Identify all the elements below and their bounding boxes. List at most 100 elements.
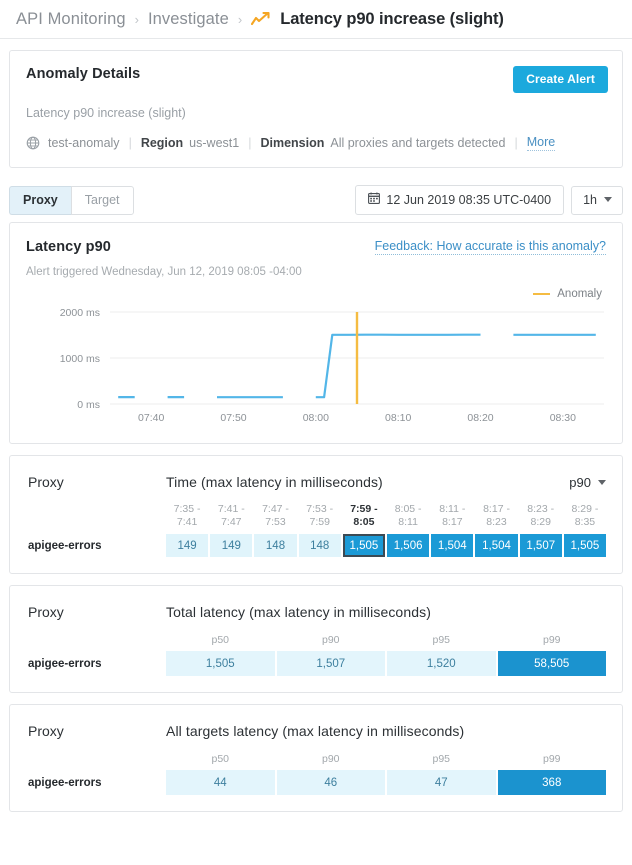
time-column-header[interactable]: 8:29 -8:35 [564, 503, 606, 529]
time-column-header-start: 8:05 - [394, 503, 422, 515]
time-column-header[interactable]: 7:59 -8:05 [343, 503, 385, 529]
heatmap-cell[interactable]: 1,505 [342, 534, 386, 557]
time-column-header[interactable]: 8:17 -8:23 [475, 503, 517, 529]
heatmap-cell[interactable]: 1,505 [563, 534, 607, 557]
percentile-column-header: p50 [211, 634, 230, 646]
percentile-cell[interactable]: 44 [166, 770, 275, 795]
breadcrumb-separator: › [237, 11, 243, 27]
tab-target[interactable]: Target [70, 185, 134, 215]
chart-subtitle: Alert triggered Wednesday, Jun 12, 2019 … [26, 266, 302, 278]
time-table-header: Proxy Time (max latency in milliseconds)… [10, 456, 622, 490]
time-column-header-start: 7:41 - [217, 503, 245, 515]
percentile-column-header: p99 [542, 753, 561, 765]
heatmap-cell[interactable]: 149 [210, 534, 253, 557]
time-column-header[interactable]: 7:35 -7:41 [166, 503, 208, 529]
percentile-column-header: p90 [321, 634, 340, 646]
heatmap-cell[interactable]: 148 [298, 534, 341, 557]
heatmap-cell[interactable]: 149 [166, 534, 209, 557]
targets-latency-cells: 44 46 47 368 [166, 770, 606, 795]
more-link[interactable]: More [526, 135, 556, 151]
chart-y-tick-label: 2000 ms [60, 307, 100, 319]
percentile-column-header: p90 [321, 753, 340, 765]
percentile-cell[interactable]: 1,505 [166, 651, 275, 676]
time-range-value: 1h [583, 192, 597, 207]
feedback-link[interactable]: Feedback: How accurate is this anomaly? [374, 239, 606, 255]
time-column-header-end: 8:05 [353, 516, 375, 528]
meta-separator: | [128, 136, 132, 150]
percentile-cell[interactable]: 58,505 [497, 651, 606, 676]
percentile-cell[interactable]: 46 [276, 770, 385, 795]
total-latency-header: Proxy Total latency (max latency in mill… [10, 586, 622, 620]
heatmap-cell[interactable]: 1,507 [519, 534, 562, 557]
time-table-proxy-label: Proxy [28, 474, 64, 490]
toolbar: Proxy Target 12 Jun 2019 08:35 UTC-0400 [0, 179, 632, 222]
time-column-header[interactable]: 7:53 -7:59 [299, 503, 341, 529]
percentile-select[interactable]: p90 [569, 475, 606, 490]
chart-x-tick-label: 08:20 [467, 412, 493, 424]
header-divider [0, 38, 632, 39]
dimension-value: All proxies and targets detected [330, 136, 506, 150]
percentile-column-header: p95 [432, 753, 451, 765]
total-latency-card: Proxy Total latency (max latency in mill… [9, 585, 623, 693]
dimension-label: Dimension [260, 136, 325, 150]
targets-latency-card: Proxy All targets latency (max latency i… [9, 704, 623, 812]
heatmap-cell[interactable]: 1,504 [475, 534, 518, 557]
row-label-spacer [28, 503, 166, 529]
time-column-header[interactable]: 8:23 -8:29 [520, 503, 562, 529]
time-column-header-start: 7:53 - [306, 503, 334, 515]
time-column-header-end: 8:11 [398, 516, 418, 528]
time-column-header-end: 7:41 [176, 516, 198, 528]
toolbar-right: 12 Jun 2019 08:35 UTC-0400 1h [355, 185, 623, 215]
chart-plot-area[interactable]: 0 ms 1000 ms 2000 ms 07:40 07:50 08:00 08:10 08… [10, 300, 622, 443]
page-title: Latency p90 increase (slight) [280, 9, 504, 28]
chart-line-segment [315, 333, 481, 399]
chart-x-tick-label: 08:30 [550, 412, 576, 424]
total-latency-proxy-label: Proxy [28, 604, 64, 620]
time-heatmap-cells: 149 149 148 148 1,505 1,506 1,504 1,504 1,507 1,5… [166, 534, 607, 557]
row-label-proxy-name: apigee-errors [28, 776, 102, 789]
proxy-target-toggle: Proxy Target [9, 185, 134, 215]
date-picker[interactable]: 12 Jun 2019 08:35 UTC-0400 [355, 185, 565, 215]
targets-latency-proxy-label: Proxy [28, 723, 64, 739]
percentile-cell[interactable]: 1,507 [276, 651, 385, 676]
time-column-header[interactable]: 7:41 -7:47 [210, 503, 252, 529]
time-column-header[interactable]: 8:05 -8:11 [387, 503, 429, 529]
create-alert-button[interactable]: Create Alert [513, 66, 608, 93]
targets-latency-column-headers: p50 p90 p95 p99 [28, 753, 606, 765]
table-row: apigee-errors 149 149 148 148 1,505 1,506 1,50… [28, 534, 607, 557]
latency-chart-card: Latency p90 Feedback: How accurate is th… [9, 222, 623, 444]
time-column-header[interactable]: 8:11 -8:17 [431, 503, 473, 529]
heatmap-cell[interactable]: 1,506 [387, 534, 430, 557]
time-column-header[interactable]: 7:47 -7:53 [254, 503, 296, 529]
legend-swatch-anomaly [533, 293, 551, 295]
breadcrumb: API Monitoring › Investigate › Latency p… [0, 0, 632, 38]
percentile-cell[interactable]: 47 [387, 770, 496, 795]
breadcrumb-item-investigate[interactable]: Investigate [148, 10, 229, 29]
time-column-header-end: 8:29 [530, 516, 551, 528]
chart-x-tick-label: 08:10 [385, 412, 411, 424]
time-range-select[interactable]: 1h [571, 185, 623, 215]
time-column-header-start: 8:11 - [439, 503, 466, 515]
percentile-cell[interactable]: 368 [497, 770, 606, 795]
heatmap-cell[interactable]: 1,504 [431, 534, 474, 557]
chart-legend: Anomaly [10, 278, 622, 300]
time-table-caption: Time (max latency in milliseconds) [166, 474, 383, 490]
time-column-header-start: 7:35 - [173, 503, 201, 515]
heatmap-cell[interactable]: 148 [254, 534, 297, 557]
row-label-spacer [28, 634, 166, 646]
time-column-header-end: 8:23 [486, 516, 507, 528]
meta-separator: | [514, 136, 518, 150]
tab-proxy[interactable]: Proxy [9, 185, 71, 215]
row-label-proxy-name: apigee-errors [28, 539, 102, 552]
chevron-down-icon [604, 197, 612, 202]
breadcrumb-item-api-monitoring[interactable]: API Monitoring [16, 10, 126, 29]
time-heatmap-card: Proxy Time (max latency in milliseconds)… [9, 455, 623, 574]
chart-header: Latency p90 Feedback: How accurate is th… [10, 223, 622, 255]
chart-y-tick-label: 1000 ms [60, 353, 100, 365]
total-latency-caption: Total latency (max latency in millisecon… [166, 604, 431, 620]
anomaly-details-card: Anomaly Details Create Alert Latency p90… [9, 50, 623, 168]
row-label-spacer [28, 753, 166, 765]
percentile-cell[interactable]: 1,520 [387, 651, 496, 676]
time-column-header-end: 7:59 [309, 516, 330, 528]
breadcrumb-separator: › [134, 11, 139, 27]
